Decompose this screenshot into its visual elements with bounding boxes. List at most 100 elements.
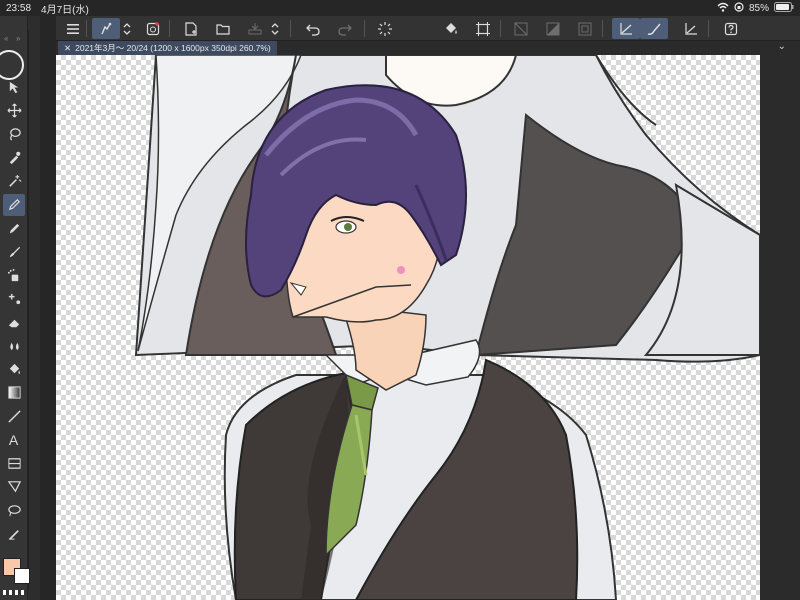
help-button[interactable] xyxy=(720,18,742,39)
chevron-down-icon[interactable]: ⌄ xyxy=(778,41,786,52)
clear-layer-icon xyxy=(378,21,392,36)
stabilization-button[interactable] xyxy=(612,18,640,39)
help-icon xyxy=(724,22,738,35)
select-move-icon xyxy=(9,81,18,93)
separator xyxy=(602,20,603,37)
save-stepper-button[interactable] xyxy=(268,18,282,39)
tool-balloon-button[interactable] xyxy=(3,476,25,498)
menu-button[interactable] xyxy=(62,18,84,39)
tool-move-button[interactable] xyxy=(3,100,25,122)
brush-settings-button[interactable] xyxy=(640,18,668,39)
save-icon xyxy=(248,22,262,34)
redo-icon xyxy=(338,24,352,36)
eyedropper-icon xyxy=(9,151,20,165)
new-file-button[interactable] xyxy=(180,18,202,39)
wifi-icon xyxy=(717,2,729,15)
tool-pencil-button[interactable] xyxy=(3,217,25,239)
open-file-icon xyxy=(216,23,230,35)
tool-fill-tool-button[interactable] xyxy=(3,358,25,380)
airbrush-icon xyxy=(7,268,18,281)
separator xyxy=(500,20,501,37)
open-file-button[interactable] xyxy=(212,18,234,39)
sub-color-chip[interactable] xyxy=(14,568,30,584)
lasso-icon xyxy=(9,127,21,141)
tool-line-button[interactable] xyxy=(3,405,25,427)
tool-eraser-button[interactable] xyxy=(3,311,25,333)
save-button[interactable] xyxy=(244,18,266,39)
snap-grid-button[interactable] xyxy=(574,18,596,39)
undo-button[interactable] xyxy=(302,18,324,39)
tool-lasso-button[interactable] xyxy=(3,123,25,145)
line-icon xyxy=(7,409,21,423)
transparent-color-chip[interactable] xyxy=(3,590,27,595)
new-file-icon xyxy=(185,21,197,36)
status-date: 4月7日(水) xyxy=(41,4,89,16)
gradient-icon xyxy=(7,386,21,399)
redo-button[interactable] xyxy=(334,18,356,39)
quick-access-button[interactable] xyxy=(142,18,164,39)
status-bar: 23:58 4月7日(水) 85% xyxy=(0,0,800,16)
command-bar xyxy=(56,16,800,41)
drawing-canvas[interactable] xyxy=(56,55,760,600)
separator xyxy=(364,20,365,37)
clear-layer-button[interactable] xyxy=(374,18,396,39)
document-tab-label: 2021年3月〜 20/24 (1200 x 1600px 350dpi 260… xyxy=(75,43,271,53)
tool-brush-button[interactable] xyxy=(3,241,25,263)
snap-special-ruler-button[interactable] xyxy=(542,18,564,39)
touch-gesture-button[interactable] xyxy=(92,18,120,39)
snap-ruler-button[interactable] xyxy=(510,18,532,39)
separator xyxy=(290,20,291,37)
touch-gesture-icon xyxy=(101,22,112,34)
snap-ruler-icon xyxy=(514,22,528,35)
menu-icon xyxy=(67,23,79,34)
transform-button[interactable] xyxy=(472,18,494,39)
status-right: 85% xyxy=(717,1,794,15)
dock-divider xyxy=(28,30,29,590)
orientation-lock-icon xyxy=(734,1,744,15)
separator xyxy=(169,20,170,37)
document-tab[interactable]: ✕ 2021年3月〜 20/24 (1200 x 1600px 350dpi 2… xyxy=(58,41,277,55)
pencil-icon xyxy=(9,223,19,233)
snap-grid-icon xyxy=(578,22,592,35)
separator xyxy=(86,20,87,37)
balloon-icon xyxy=(7,481,21,493)
tool-pen-button[interactable] xyxy=(3,193,25,216)
frame-icon xyxy=(7,457,21,469)
tool-frame-button[interactable] xyxy=(3,452,25,474)
magic-wand-icon xyxy=(8,174,21,187)
canvas-margin xyxy=(760,55,800,600)
snap-special-ruler-icon xyxy=(546,22,560,35)
stabilization-icon xyxy=(620,22,632,35)
dock-edge xyxy=(30,16,40,600)
tool-text-button[interactable]: A xyxy=(3,429,25,451)
tool-airbrush-button[interactable] xyxy=(3,264,25,286)
tool-gradient-button[interactable] xyxy=(3,382,25,404)
artwork xyxy=(134,55,760,600)
decoration-icon xyxy=(8,293,20,305)
collapse-left-icon[interactable]: « xyxy=(4,34,8,43)
transform-icon xyxy=(476,21,490,36)
fill-icon xyxy=(446,22,457,34)
ruler-icon xyxy=(685,22,697,35)
battery-icon xyxy=(774,1,794,15)
tool-blend-button[interactable] xyxy=(3,335,25,357)
close-tab-icon[interactable]: ✕ xyxy=(64,43,71,54)
quick-access-icon xyxy=(146,21,160,35)
status-time: 23:58 xyxy=(6,2,32,14)
tool-decoration-button[interactable] xyxy=(3,288,25,310)
text-icon: A xyxy=(8,432,18,447)
blend-icon xyxy=(9,342,19,351)
fill-button[interactable] xyxy=(440,18,462,39)
tool-magic-wand-button[interactable] xyxy=(3,170,25,192)
collapse-right-icon[interactable]: » xyxy=(16,34,20,43)
tool-ruler-tool-button[interactable] xyxy=(3,499,25,521)
brush-icon xyxy=(9,246,20,258)
ruler-button[interactable] xyxy=(680,18,702,39)
tool-eyedropper-button[interactable] xyxy=(3,147,25,169)
eraser-icon xyxy=(8,319,19,327)
document-tab-bar: ✕ 2021年3月〜 20/24 (1200 x 1600px 350dpi 2… xyxy=(56,41,800,55)
canvas-area[interactable] xyxy=(56,55,800,600)
undo-icon xyxy=(306,24,320,36)
tool-correct-line-button[interactable] xyxy=(3,523,25,545)
stepper-button[interactable] xyxy=(120,18,134,39)
